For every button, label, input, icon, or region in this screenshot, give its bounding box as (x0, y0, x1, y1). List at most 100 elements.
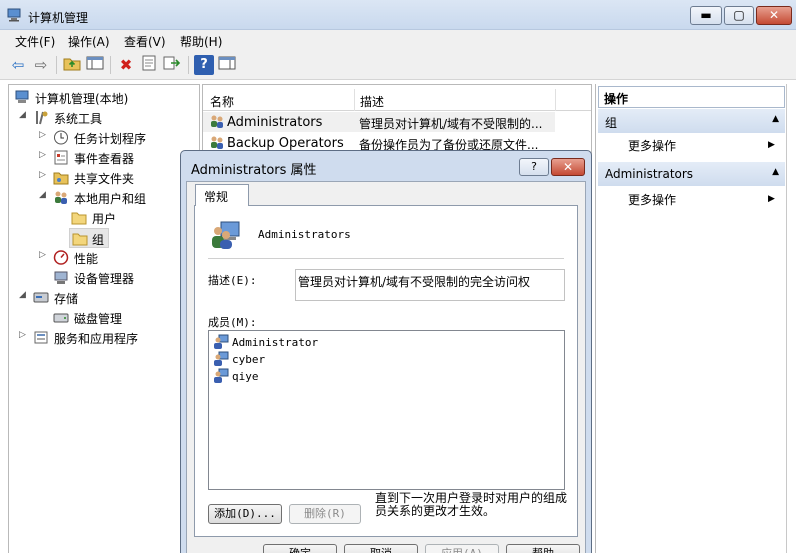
help-icon[interactable]: ? (194, 55, 214, 75)
actions-section-group[interactable]: 组 ▲ (598, 109, 785, 133)
toolbar: ⇦ ⇨ ✖ ? (0, 50, 796, 80)
menu-bar: 文件(F) 操作(A) 查看(V) 帮助(H) (0, 30, 796, 50)
row-desc: 管理员对计算机/域有不受限制的... (359, 117, 543, 131)
expand-arrow-icon[interactable]: ▷ (39, 250, 49, 260)
cancel-button[interactable]: 取消 (344, 544, 418, 553)
tree-item-users[interactable]: 用户 (9, 208, 199, 228)
performance-icon (53, 250, 69, 265)
tree-item-device-manager[interactable]: 设备管理器 (9, 268, 199, 288)
window-title: 计算机管理 (28, 11, 89, 25)
action-pane-icon[interactable] (217, 55, 237, 75)
tab-general[interactable]: 常规 (195, 184, 249, 206)
dialog-title: Administrators 属性 (191, 163, 317, 178)
ok-button[interactable]: 确定 (263, 544, 337, 553)
shared-folder-icon (53, 172, 69, 185)
tools-icon (36, 111, 48, 125)
tree-label: 服务和应用程序 (54, 332, 139, 346)
maximize-button[interactable]: ▢ (724, 6, 754, 25)
back-arrow-icon[interactable]: ⇦ (8, 55, 28, 75)
services-icon (34, 331, 48, 344)
members-label: 成员(M): (208, 316, 257, 329)
disk-icon (53, 313, 69, 323)
tree-label: 任务计划程序 (74, 132, 147, 146)
column-header-desc[interactable]: 描述 (360, 93, 384, 110)
tree-item-disk-management[interactable]: 磁盘管理 (9, 308, 199, 328)
members-list[interactable]: Administrator cyber qiye (208, 330, 565, 490)
show-hide-tree-icon[interactable] (85, 55, 105, 75)
tree-label: 事件查看器 (74, 152, 135, 166)
list-row[interactable]: Administrators 管理员对计算机/域有不受限制的... (203, 112, 555, 132)
delete-icon[interactable]: ✖ (116, 55, 136, 75)
add-button[interactable]: 添加(D)... (208, 504, 282, 524)
tree-label: 计算机管理(本地) (35, 92, 129, 106)
close-button[interactable]: ✕ (756, 6, 792, 25)
column-divider[interactable] (555, 89, 556, 111)
maximize-icon: ▢ (733, 8, 745, 22)
close-icon: ✕ (768, 8, 780, 22)
tree-item-storage[interactable]: ◢ 存储 (9, 288, 199, 308)
tree-item-local-users-groups[interactable]: ◢ 本地用户和组 (9, 188, 199, 208)
forward-arrow-icon[interactable]: ⇨ (31, 55, 51, 75)
tree-item-services-apps[interactable]: ▷ 服务和应用程序 (9, 328, 199, 348)
collapse-up-icon[interactable]: ▲ (772, 114, 779, 124)
more-actions-link[interactable]: 更多操作 (628, 191, 676, 208)
collapse-up-icon[interactable]: ▲ (772, 167, 779, 177)
tab-page-general: Administrators 描述(E): 管理员对计算机/域有不受限制的完全访… (194, 205, 578, 537)
collapse-arrow-icon[interactable]: ◢ (39, 190, 49, 200)
tree-item-performance[interactable]: ▷ 性能 (9, 248, 199, 268)
up-folder-icon[interactable] (62, 55, 82, 75)
more-actions-link[interactable]: 更多操作 (628, 137, 676, 154)
submenu-arrow-icon[interactable]: ▶ (768, 140, 775, 150)
tree-label: 共享文件夹 (74, 172, 135, 186)
expand-arrow-icon[interactable]: ▷ (39, 170, 49, 180)
menu-action[interactable]: 操作(A) (68, 33, 110, 50)
description-field[interactable]: 管理员对计算机/域有不受限制的完全访问权 (295, 269, 565, 301)
expand-arrow-icon[interactable]: ▷ (39, 130, 49, 140)
group-icon (212, 221, 240, 249)
tree-item-event-viewer[interactable]: ▷ 事件查看器 (9, 148, 199, 168)
dialog-close-button[interactable]: ✕ (551, 158, 585, 176)
submenu-arrow-icon[interactable]: ▶ (768, 194, 775, 204)
actions-section-administrators[interactable]: Administrators ▲ (598, 162, 785, 186)
help-button[interactable]: 帮助 (506, 544, 580, 553)
apply-button[interactable]: 应用(A) (425, 544, 499, 553)
export-icon[interactable] (162, 55, 182, 75)
tree-item-task-scheduler[interactable]: ▷ 任务计划程序 (9, 128, 199, 148)
menu-file[interactable]: 文件(F) (15, 33, 55, 50)
change-note: 直到下一次用户登录时对用户的组成员关系的更改才生效。 (375, 491, 568, 518)
tree-item-system-tools[interactable]: ◢ 系统工具 (9, 108, 199, 128)
tree-item-root[interactable]: 计算机管理(本地) (9, 88, 199, 108)
actions-pane: 操作 组 ▲ 更多操作 ▶ Administrators ▲ 更多操作 ▶ (595, 84, 796, 553)
toolbar-separator (56, 56, 57, 74)
tree-item-shared-folders[interactable]: ▷ 共享文件夹 (9, 168, 199, 188)
actions-header: 操作 (598, 86, 785, 108)
clock-icon (54, 130, 68, 145)
member-name: cyber (232, 353, 266, 366)
folder-icon (72, 233, 88, 246)
menu-view[interactable]: 查看(V) (124, 33, 166, 50)
device-manager-icon (54, 271, 68, 284)
expand-arrow-icon[interactable]: ▷ (39, 150, 49, 160)
dialog-help-button[interactable]: ? (519, 158, 549, 176)
description-value: 管理员对计算机/域有不受限制的完全访问权 (298, 275, 531, 289)
tree-label: 磁盘管理 (74, 312, 123, 326)
collapse-arrow-icon[interactable]: ◢ (19, 110, 29, 120)
menu-help[interactable]: 帮助(H) (180, 33, 222, 50)
properties-icon[interactable] (139, 55, 159, 75)
folder-icon (71, 212, 87, 225)
collapse-arrow-icon[interactable]: ◢ (19, 290, 29, 300)
column-header-name[interactable]: 名称 (210, 93, 234, 110)
tree-item-groups[interactable]: 组 (69, 228, 109, 248)
group-name: Administrators (258, 228, 351, 241)
users-icon (55, 191, 67, 204)
section-title: Administrators (605, 167, 694, 181)
remove-button[interactable]: 删除(R) (289, 504, 361, 524)
divider (208, 258, 564, 259)
user-icon (214, 351, 229, 366)
event-viewer-icon (54, 150, 68, 165)
expand-arrow-icon[interactable]: ▷ (19, 330, 29, 340)
toolbar-separator (188, 56, 189, 74)
minimize-icon: ▬ (700, 8, 712, 22)
column-divider[interactable] (354, 89, 355, 111)
minimize-button[interactable]: ▬ (690, 6, 722, 25)
